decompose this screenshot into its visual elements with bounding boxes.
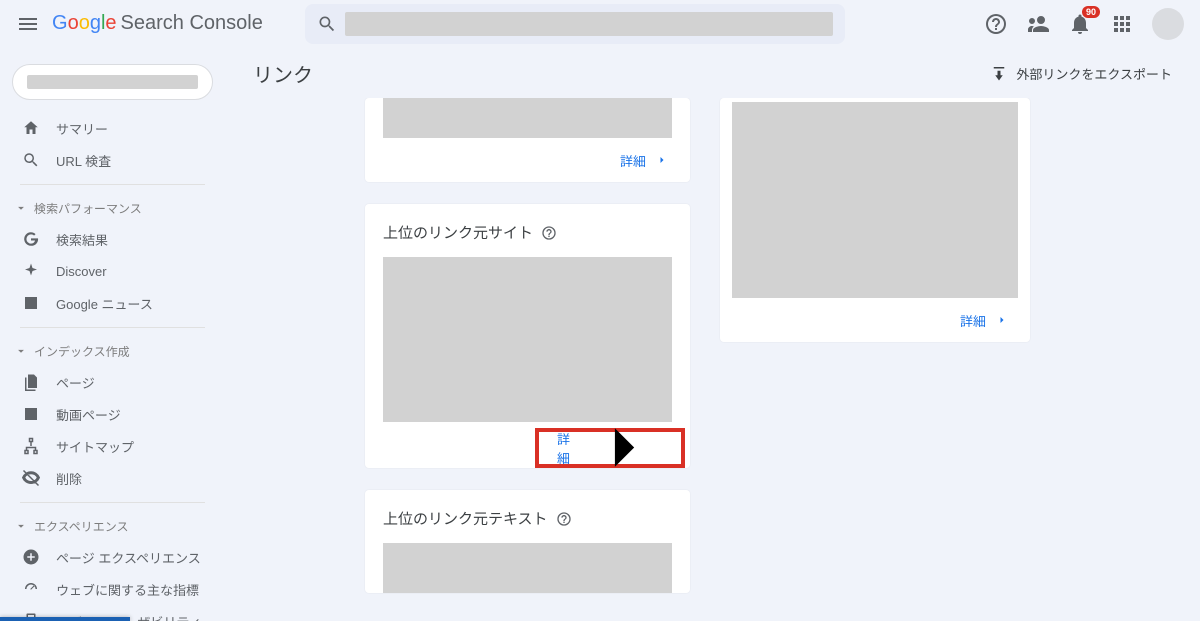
search-icon bbox=[317, 14, 337, 34]
sidebar-item-label: サマリー bbox=[56, 119, 108, 138]
card-placeholder bbox=[383, 98, 672, 138]
menu-icon[interactable] bbox=[16, 12, 40, 36]
apps-icon[interactable] bbox=[1110, 12, 1134, 36]
header-actions: 90 bbox=[984, 8, 1184, 40]
card-partial-top: 詳細 bbox=[365, 98, 690, 182]
details-link-highlighted[interactable]: 詳細 bbox=[535, 428, 685, 468]
page-title: リンク bbox=[253, 59, 313, 88]
sidebar-item-removals[interactable]: 削除 bbox=[0, 462, 225, 494]
notification-badge: 90 bbox=[1082, 6, 1100, 19]
google-g-icon bbox=[22, 230, 40, 248]
card-title: 上位のリンク元サイト bbox=[383, 222, 533, 243]
details-link[interactable]: 詳細 bbox=[720, 298, 1030, 342]
notifications-icon[interactable]: 90 bbox=[1068, 12, 1092, 36]
card-title: 上位のリンク元テキスト bbox=[383, 508, 548, 529]
search-bar[interactable] bbox=[305, 4, 845, 44]
sidebar-item-sitemap[interactable]: サイトマップ bbox=[0, 430, 225, 462]
speed-icon bbox=[22, 580, 40, 598]
chevron-right-icon bbox=[996, 314, 1008, 326]
main-header: リンク 外部リンクをエクスポート bbox=[225, 48, 1200, 98]
sidebar-item-label: サイトマップ bbox=[56, 437, 134, 456]
sidebar-section-performance[interactable]: 検索パフォーマンス bbox=[0, 193, 225, 223]
hidden-icon bbox=[22, 469, 40, 487]
video-icon bbox=[22, 405, 40, 423]
download-icon bbox=[990, 64, 1008, 82]
sidebar-item-url-inspect[interactable]: URL 検査 bbox=[0, 144, 225, 176]
chevron-down-icon bbox=[14, 201, 28, 215]
property-name-placeholder bbox=[27, 75, 198, 89]
search-input[interactable] bbox=[345, 12, 833, 36]
card-top-linking-text: 上位のリンク元テキスト bbox=[365, 490, 690, 593]
card-top-linking-sites: 上位のリンク元サイト 詳細 bbox=[365, 204, 690, 468]
star-burst-icon bbox=[22, 262, 40, 280]
card-placeholder bbox=[383, 543, 672, 593]
divider bbox=[20, 502, 205, 503]
main-area: リンク 外部リンクをエクスポート 詳細 上位のリンク元サイト bbox=[225, 48, 1200, 621]
chevron-down-icon bbox=[14, 344, 28, 358]
divider bbox=[20, 184, 205, 185]
details-link[interactable]: 詳細 bbox=[365, 138, 690, 182]
home-icon bbox=[22, 119, 40, 137]
sidebar-item-label: URL 検査 bbox=[56, 151, 111, 170]
help-icon[interactable] bbox=[556, 511, 572, 527]
google-logo: Google bbox=[52, 12, 117, 35]
sidebar-item-label: Discover bbox=[56, 264, 107, 279]
sidebar: サマリー URL 検査 検索パフォーマンス 検索結果 Discover Goog… bbox=[0, 48, 225, 621]
export-button[interactable]: 外部リンクをエクスポート bbox=[990, 64, 1172, 83]
sidebar-item-label: Google ニュース bbox=[56, 294, 153, 313]
sidebar-item-search-results[interactable]: 検索結果 bbox=[0, 223, 225, 255]
product-logo[interactable]: Google Search Console bbox=[52, 12, 263, 35]
sidebar-item-summary[interactable]: サマリー bbox=[0, 112, 225, 144]
divider bbox=[20, 327, 205, 328]
pages-icon bbox=[22, 373, 40, 391]
sidebar-section-indexing[interactable]: インデックス作成 bbox=[0, 336, 225, 366]
help-icon[interactable] bbox=[541, 225, 557, 241]
sitemap-icon bbox=[22, 437, 40, 455]
sidebar-item-pages[interactable]: ページ bbox=[0, 366, 225, 398]
sidebar-section-experience[interactable]: エクスペリエンス bbox=[0, 511, 225, 541]
sidebar-item-core-web-vitals[interactable]: ウェブに関する主な指標 bbox=[0, 573, 225, 605]
avatar[interactable] bbox=[1152, 8, 1184, 40]
sidebar-item-label: 動画ページ bbox=[56, 405, 121, 424]
content-grid: 詳細 上位のリンク元サイト 詳細 bbox=[225, 98, 1200, 621]
app-header: Google Search Console 90 bbox=[0, 0, 1200, 48]
chevron-right-icon bbox=[656, 154, 668, 166]
sidebar-item-label: 検索結果 bbox=[56, 230, 108, 249]
logo-suffix: Search Console bbox=[121, 12, 263, 35]
sidebar-item-page-experience[interactable]: ページ エクスペリエンス bbox=[0, 541, 225, 573]
property-selector[interactable] bbox=[12, 64, 213, 100]
plus-circle-icon bbox=[22, 548, 40, 566]
chevron-down-icon bbox=[14, 519, 28, 533]
sidebar-item-label: ウェブに関する主な指標 bbox=[56, 580, 199, 599]
search-icon bbox=[22, 151, 40, 169]
card-placeholder bbox=[732, 102, 1018, 298]
sidebar-item-video-pages[interactable]: 動画ページ bbox=[0, 398, 225, 430]
sidebar-item-label: 削除 bbox=[56, 469, 82, 488]
sidebar-item-label: ページ bbox=[56, 373, 95, 392]
sidebar-item-google-news[interactable]: Google ニュース bbox=[0, 287, 225, 319]
news-icon bbox=[22, 294, 40, 312]
sidebar-item-discover[interactable]: Discover bbox=[0, 255, 225, 287]
chevron-right-icon bbox=[586, 409, 663, 486]
users-icon[interactable] bbox=[1026, 12, 1050, 36]
help-icon[interactable] bbox=[984, 12, 1008, 36]
sidebar-item-label: ページ エクスペリエンス bbox=[56, 548, 201, 567]
loading-indicator bbox=[0, 617, 130, 621]
card-right: 詳細 bbox=[720, 98, 1030, 342]
card-placeholder bbox=[383, 257, 672, 422]
